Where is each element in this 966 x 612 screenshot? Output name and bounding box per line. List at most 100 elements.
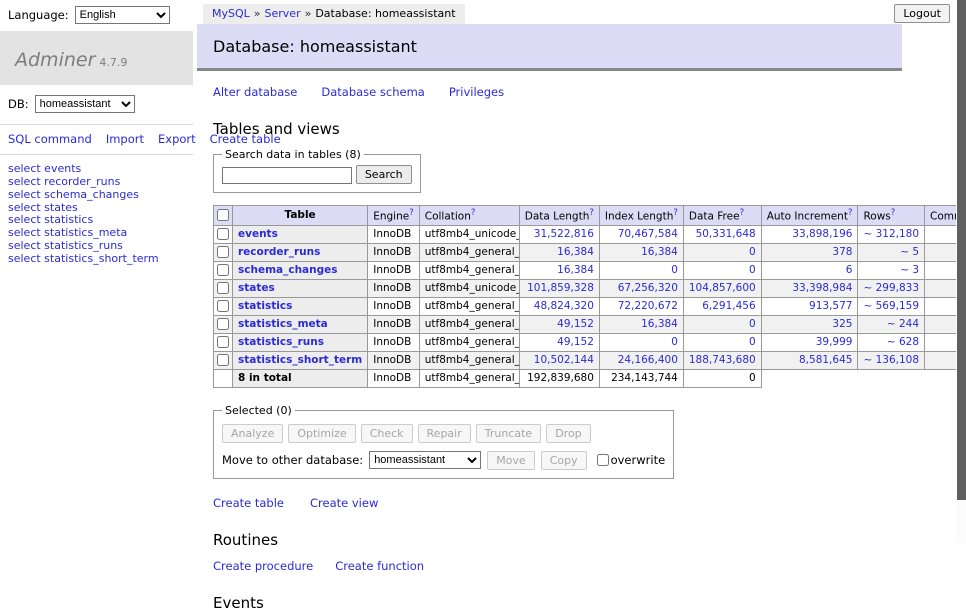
index-length-link[interactable]: 24,166,400	[618, 354, 678, 366]
auto-increment-link[interactable]: 33,898,196	[792, 228, 852, 240]
sidebar-item-select-recorder-runs[interactable]: select recorder_runs	[8, 176, 185, 189]
table-name-link[interactable]: events	[238, 228, 278, 240]
table-name-link[interactable]: recorder_runs	[238, 246, 320, 258]
row-select-checkbox[interactable]	[217, 336, 229, 348]
index-length-link[interactable]: 67,256,320	[618, 282, 678, 294]
data-free-help-link[interactable]: ?	[740, 208, 745, 218]
create-table-link[interactable]: Create table	[213, 496, 284, 510]
rows-help-link[interactable]: ?	[891, 208, 896, 218]
main-content: MySQL»Server»Database: homeassistant Dat…	[197, 0, 902, 612]
sidebar-item-select-statistics-meta[interactable]: select statistics_meta	[8, 227, 185, 240]
move-button[interactable]: Move	[487, 451, 535, 470]
rows-link[interactable]: ~ 299,833	[863, 282, 919, 294]
create-view-link[interactable]: Create view	[310, 496, 378, 510]
data-length-link[interactable]: 16,384	[557, 264, 594, 276]
row-select-checkbox[interactable]	[217, 264, 229, 276]
data-free-link[interactable]: 188,743,680	[689, 354, 756, 366]
rows-link[interactable]: ~ 628	[887, 336, 919, 348]
index-length-link[interactable]: 16,384	[641, 246, 678, 258]
scrollbar-thumb[interactable]	[957, 0, 966, 500]
truncate-button[interactable]: Truncate	[476, 424, 541, 443]
breadcrumb-server-link[interactable]: Server	[265, 7, 301, 20]
copy-button[interactable]: Copy	[541, 451, 587, 470]
database-schema-link[interactable]: Database schema	[321, 85, 424, 99]
data-free-link[interactable]: 0	[749, 264, 756, 276]
auto-increment-link[interactable]: 39,999	[816, 336, 853, 348]
table-name-link[interactable]: statistics_short_term	[238, 354, 362, 366]
row-select-checkbox[interactable]	[217, 246, 229, 258]
db-select[interactable]: homeassistant	[35, 95, 135, 113]
row-select-checkbox[interactable]	[217, 300, 229, 312]
data-length-link[interactable]: 49,152	[557, 318, 594, 330]
data-length-link[interactable]: 10,502,144	[534, 354, 594, 366]
table-name-link[interactable]: schema_changes	[238, 264, 338, 276]
index-length-link[interactable]: 72,220,672	[618, 300, 678, 312]
data-length-help-link[interactable]: ?	[589, 208, 594, 218]
data-length-link[interactable]: 16,384	[557, 246, 594, 258]
data-length-link[interactable]: 101,859,328	[527, 282, 594, 294]
breadcrumb-mysql-link[interactable]: MySQL	[212, 7, 250, 20]
overwrite-checkbox[interactable]	[597, 454, 609, 466]
row-select-checkbox[interactable]	[217, 318, 229, 330]
row-select-checkbox[interactable]	[217, 228, 229, 240]
alter-database-link[interactable]: Alter database	[213, 85, 297, 99]
privileges-link[interactable]: Privileges	[449, 85, 504, 99]
auto-increment-link[interactable]: 33,398,984	[792, 282, 852, 294]
rows-link[interactable]: ~ 136,108	[863, 354, 919, 366]
row-select-checkbox[interactable]	[217, 282, 229, 294]
table-name-link[interactable]: statistics_meta	[238, 318, 328, 330]
table-name-link[interactable]: statistics_runs	[238, 336, 324, 348]
data-free-link[interactable]: 0	[749, 336, 756, 348]
table-name-link[interactable]: statistics	[238, 300, 292, 312]
auto-increment-link[interactable]: 913,577	[809, 300, 852, 312]
auto-increment-help-link[interactable]: ?	[848, 208, 853, 218]
select-all-checkbox[interactable]	[217, 209, 229, 221]
data-free-link[interactable]: 0	[749, 318, 756, 330]
create-function-link[interactable]: Create function	[335, 559, 424, 573]
index-length-link[interactable]: 16,384	[641, 318, 678, 330]
engine-help-link[interactable]: ?	[409, 208, 414, 218]
rows-link[interactable]: ~ 5	[900, 246, 919, 258]
repair-button[interactable]: Repair	[418, 424, 471, 443]
check-button[interactable]: Check	[361, 424, 413, 443]
col-data-free: Data Free?	[683, 206, 761, 226]
sidebar-item-select-statistics-short-term[interactable]: select statistics_short_term	[8, 253, 185, 266]
data-length-link[interactable]: 31,522,816	[534, 228, 594, 240]
collation-help-link[interactable]: ?	[471, 208, 476, 218]
index-length-link[interactable]: 70,467,584	[618, 228, 678, 240]
sidebar-link-sql-command[interactable]: SQL command	[8, 132, 92, 146]
rows-link[interactable]: ~ 312,180	[863, 228, 919, 240]
data-free-link[interactable]: 6,291,456	[702, 300, 755, 312]
move-database-select[interactable]: homeassistant	[369, 451, 481, 469]
sidebar-link-export[interactable]: Export	[158, 132, 196, 146]
drop-button[interactable]: Drop	[546, 424, 590, 443]
auto-increment-link[interactable]: 6	[846, 264, 853, 276]
sidebar-item-select-schema-changes[interactable]: select schema_changes	[8, 189, 185, 202]
language-select[interactable]: English	[75, 6, 170, 24]
auto-increment-link[interactable]: 325	[832, 318, 852, 330]
rows-link[interactable]: ~ 569,159	[863, 300, 919, 312]
logout-button[interactable]: Logout	[894, 4, 950, 23]
data-free-link[interactable]: 104,857,600	[689, 282, 756, 294]
index-length-help-link[interactable]: ?	[673, 208, 678, 218]
vertical-scrollbar[interactable]	[956, 0, 966, 543]
auto-increment-link[interactable]: 8,581,645	[799, 354, 852, 366]
auto-increment-link[interactable]: 378	[832, 246, 852, 258]
search-input[interactable]	[222, 167, 352, 184]
index-length-link[interactable]: 0	[671, 264, 678, 276]
index-length-link[interactable]: 0	[671, 336, 678, 348]
data-length-link[interactable]: 49,152	[557, 336, 594, 348]
analyze-button[interactable]: Analyze	[222, 424, 283, 443]
data-free-link[interactable]: 0	[749, 246, 756, 258]
optimize-button[interactable]: Optimize	[288, 424, 355, 443]
data-free-link[interactable]: 50,331,648	[696, 228, 756, 240]
row-select-checkbox[interactable]	[217, 354, 229, 366]
data-length-link[interactable]: 48,824,320	[534, 300, 594, 312]
search-button[interactable]: Search	[356, 165, 412, 184]
sidebar-item-select-statistics-runs[interactable]: select statistics_runs	[8, 240, 185, 253]
create-procedure-link[interactable]: Create procedure	[213, 559, 313, 573]
rows-link[interactable]: ~ 3	[900, 264, 919, 276]
sidebar-link-import[interactable]: Import	[106, 132, 144, 146]
rows-link[interactable]: ~ 244	[887, 318, 919, 330]
table-name-link[interactable]: states	[238, 282, 275, 294]
